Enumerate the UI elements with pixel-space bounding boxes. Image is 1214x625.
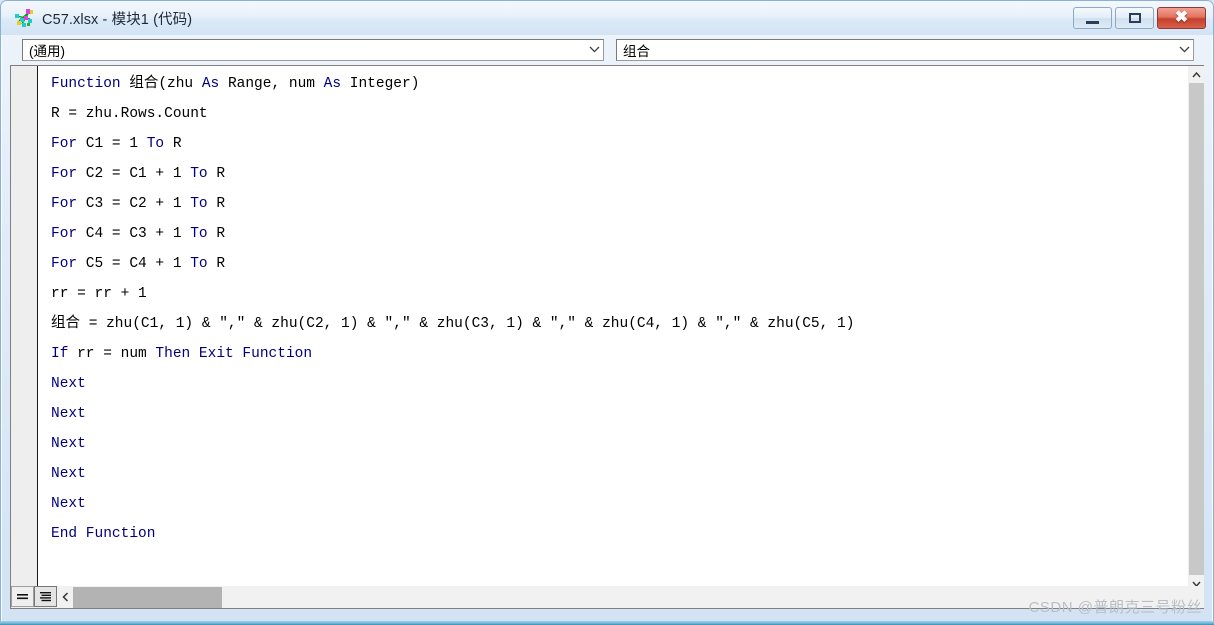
minimize-icon bbox=[1086, 20, 1099, 24]
code-line[interactable]: End Function bbox=[51, 519, 1188, 549]
code-token: To bbox=[190, 256, 208, 272]
close-icon: ✖ bbox=[1174, 9, 1189, 26]
code-token: Next bbox=[51, 406, 86, 422]
maximize-button[interactable] bbox=[1115, 7, 1154, 29]
code-line[interactable]: For C4 = C3 + 1 To R bbox=[51, 219, 1188, 249]
horizontal-scroll-track[interactable] bbox=[73, 586, 1204, 608]
code-text-area[interactable]: Function 组合(zhu As Range, num As Integer… bbox=[39, 66, 1188, 592]
code-token: R bbox=[207, 226, 226, 242]
code-line[interactable]: Next bbox=[51, 489, 1188, 519]
code-token: Then Exit Function bbox=[155, 346, 313, 362]
code-token: Integer) bbox=[341, 76, 420, 92]
window-bottom-edge bbox=[0, 621, 1214, 625]
close-button[interactable]: ✖ bbox=[1157, 7, 1206, 29]
procedure-dropdown[interactable]: 组合 bbox=[616, 38, 1194, 61]
code-token: C5 = C4 + 1 bbox=[77, 256, 191, 272]
code-line-list: Function 组合(zhu As Range, num As Integer… bbox=[39, 66, 1188, 549]
procedure-view-button[interactable] bbox=[11, 586, 34, 607]
code-line[interactable]: Next bbox=[51, 459, 1188, 489]
code-token: As bbox=[201, 76, 220, 92]
code-token: To bbox=[190, 226, 208, 242]
code-token: End Function bbox=[51, 526, 156, 542]
code-token: C3 = C2 + 1 bbox=[77, 196, 191, 212]
code-line[interactable]: For C2 = C1 + 1 To R bbox=[51, 159, 1188, 189]
chevron-down-icon[interactable] bbox=[1175, 40, 1193, 60]
full-module-view-button[interactable] bbox=[34, 586, 57, 607]
code-editor-pane[interactable]: Function 组合(zhu As Range, num As Integer… bbox=[10, 65, 1204, 609]
horizontal-scroll-thumb[interactable] bbox=[73, 586, 222, 608]
code-line[interactable]: Next bbox=[51, 399, 1188, 429]
code-token: rr = num bbox=[68, 346, 156, 362]
code-token: Range, num bbox=[219, 76, 324, 92]
code-token: For bbox=[51, 166, 78, 182]
code-line[interactable]: For C3 = C2 + 1 To R bbox=[51, 189, 1188, 219]
margin-indicator-bar[interactable] bbox=[11, 66, 38, 609]
chevron-down-icon[interactable] bbox=[585, 40, 603, 60]
window-title: C57.xlsx - 模块1 (代码) bbox=[42, 11, 193, 28]
code-token: Function bbox=[51, 76, 121, 92]
scroll-up-button[interactable] bbox=[1189, 66, 1204, 83]
code-token: C1 = 1 bbox=[77, 136, 147, 152]
code-token: 组合(zhu bbox=[120, 76, 202, 92]
maximize-icon bbox=[1128, 13, 1141, 23]
code-line[interactable]: For C1 = 1 To R bbox=[51, 129, 1188, 159]
scroll-left-button[interactable] bbox=[57, 586, 73, 608]
code-token: For bbox=[51, 136, 78, 152]
code-token: To bbox=[190, 196, 208, 212]
code-token: 组合 = zhu(C1, 1) & "," & zhu(C2, 1) & ","… bbox=[51, 316, 855, 332]
code-token: To bbox=[190, 166, 208, 182]
vba-editor-window: C57.xlsx - 模块1 (代码) ✖ (通用) 组合 Function 组… bbox=[0, 0, 1214, 625]
code-line[interactable]: R = zhu.Rows.Count bbox=[51, 99, 1188, 129]
vertical-scrollbar[interactable] bbox=[1188, 66, 1204, 592]
code-token: As bbox=[323, 76, 342, 92]
code-pane-dropdown-row: (通用) 组合 bbox=[1, 35, 1213, 64]
procedure-dropdown-value: 组合 bbox=[623, 43, 650, 59]
code-token: For bbox=[51, 256, 78, 272]
code-token: R bbox=[207, 256, 226, 272]
code-token: R bbox=[207, 196, 226, 212]
code-token: R bbox=[164, 136, 182, 152]
object-dropdown[interactable]: (通用) bbox=[22, 38, 604, 61]
code-token: If bbox=[51, 346, 69, 362]
title-bar[interactable]: C57.xlsx - 模块1 (代码) ✖ bbox=[1, 1, 1213, 35]
code-token: rr = rr + 1 bbox=[51, 286, 147, 302]
code-token: For bbox=[51, 226, 78, 242]
minimize-button[interactable] bbox=[1073, 7, 1112, 29]
code-token: C2 = C1 + 1 bbox=[77, 166, 191, 182]
code-line[interactable]: Next bbox=[51, 429, 1188, 459]
code-line[interactable]: 组合 = zhu(C1, 1) & "," & zhu(C2, 1) & ","… bbox=[51, 309, 1188, 339]
code-token: For bbox=[51, 196, 78, 212]
code-line[interactable]: For C5 = C4 + 1 To R bbox=[51, 249, 1188, 279]
object-dropdown-value: (通用) bbox=[29, 43, 65, 59]
vba-module-icon bbox=[13, 7, 35, 29]
code-token: To bbox=[146, 136, 165, 152]
code-line[interactable]: Next bbox=[51, 369, 1188, 399]
code-token: R bbox=[207, 166, 226, 182]
code-line[interactable]: rr = rr + 1 bbox=[51, 279, 1188, 309]
window-controls: ✖ bbox=[1070, 7, 1206, 29]
code-line[interactable]: Function 组合(zhu As Range, num As Integer… bbox=[51, 69, 1188, 99]
code-token: Next bbox=[51, 436, 86, 452]
code-pane-bottom-bar bbox=[10, 586, 1204, 609]
code-line[interactable]: If rr = num Then Exit Function bbox=[51, 339, 1188, 369]
code-token: C4 = C3 + 1 bbox=[77, 226, 191, 242]
code-token: Next bbox=[51, 376, 86, 392]
horizontal-scrollbar[interactable] bbox=[57, 586, 1204, 608]
code-token: R = zhu.Rows.Count bbox=[51, 106, 208, 122]
code-token: Next bbox=[51, 496, 86, 512]
code-token: Next bbox=[51, 466, 86, 482]
